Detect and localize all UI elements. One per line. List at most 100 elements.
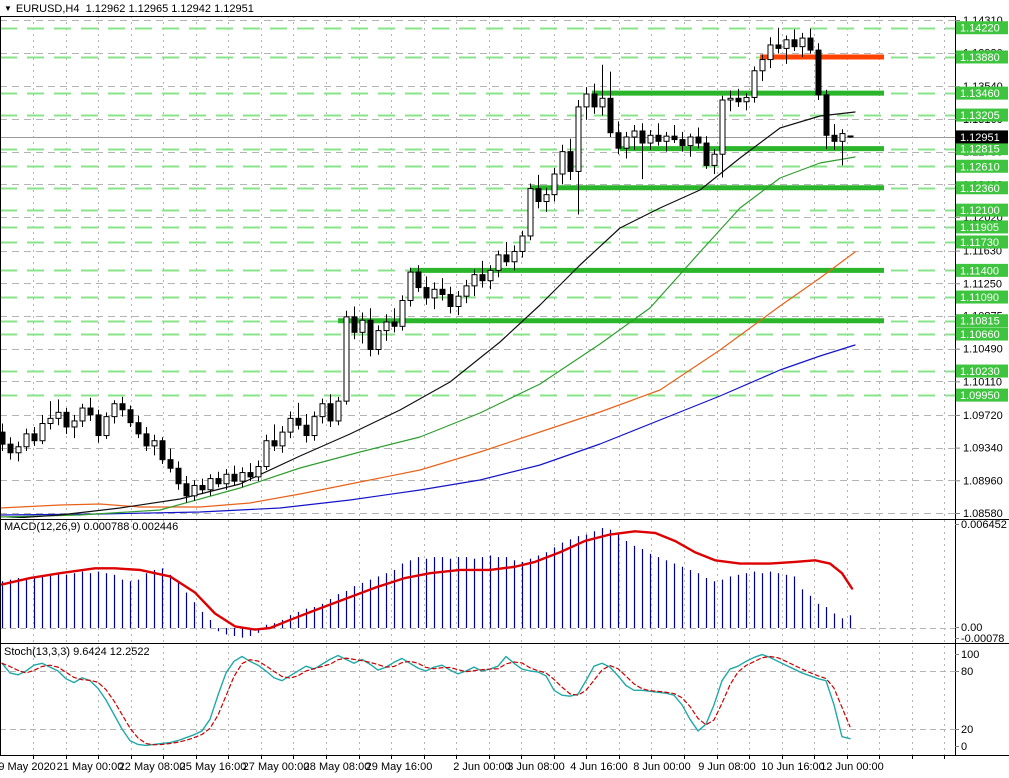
chart-canvas[interactable]: 1.143101.139301.135401.131601.127801.124… bbox=[0, 0, 1009, 778]
candle bbox=[399, 295, 406, 331]
candle bbox=[39, 414, 46, 445]
stoch-signal-line bbox=[1, 655, 851, 746]
candle bbox=[31, 426, 38, 446]
candle bbox=[687, 133, 694, 157]
candle bbox=[255, 460, 262, 482]
time-axis-label: 25 May 16:00 bbox=[180, 761, 247, 773]
macd-scale-label: 0.006452 bbox=[961, 519, 1007, 531]
candle bbox=[271, 424, 278, 452]
candle bbox=[7, 437, 14, 460]
time-axis-label: 2 Jun 00:00 bbox=[453, 761, 511, 773]
candle bbox=[551, 167, 558, 202]
candle bbox=[263, 434, 270, 470]
price-tick-label: 1.10110 bbox=[963, 376, 1002, 388]
current-price-badge: 1.12951 bbox=[956, 130, 1008, 144]
svg-text:1.10815: 1.10815 bbox=[960, 316, 1000, 328]
candle bbox=[591, 83, 598, 114]
candle bbox=[831, 124, 838, 150]
ma-fast-black bbox=[5, 111, 856, 518]
candle bbox=[511, 245, 518, 271]
svg-text:1.09950: 1.09950 bbox=[960, 390, 1000, 402]
candle bbox=[15, 441, 22, 462]
candle bbox=[55, 399, 62, 426]
svg-text:1.14220: 1.14220 bbox=[960, 23, 1000, 35]
candle bbox=[471, 269, 478, 297]
price-tick-label: 1.08960 bbox=[963, 475, 1003, 487]
candle bbox=[583, 87, 590, 120]
candle bbox=[527, 183, 534, 241]
candle bbox=[695, 127, 702, 149]
candle bbox=[535, 174, 542, 209]
svg-text:1.12100: 1.12100 bbox=[960, 205, 1000, 217]
candle bbox=[103, 412, 110, 440]
candle bbox=[159, 437, 166, 464]
candle bbox=[375, 325, 382, 355]
trading-chart-window: 1.143101.139301.135401.131601.127801.124… bbox=[0, 0, 1009, 778]
candle bbox=[743, 93, 750, 111]
svg-text:1.11400: 1.11400 bbox=[960, 265, 999, 277]
candle bbox=[111, 400, 118, 424]
svg-text:1.12951: 1.12951 bbox=[960, 132, 1000, 144]
time-axis-label: 21 May 00:00 bbox=[57, 761, 124, 773]
time-axis-label: 8 Jun 00:00 bbox=[633, 761, 691, 773]
time-axis-label: 19 May 2020 bbox=[0, 761, 56, 773]
macd-scale-label: -0.00078 bbox=[961, 633, 1004, 645]
svg-text:1.13880: 1.13880 bbox=[960, 52, 1000, 64]
time-axis-label: 29 May 16:00 bbox=[366, 761, 433, 773]
candle bbox=[335, 396, 342, 426]
time-axis-label: 12 Jun 00:00 bbox=[820, 761, 884, 773]
svg-text:1.13205: 1.13205 bbox=[960, 110, 1000, 122]
stoch-scale-label: 20 bbox=[961, 724, 973, 736]
ohlc-values: 1.12962 1.12965 1.12942 1.12951 bbox=[85, 3, 254, 15]
price-tick-label: 1.11250 bbox=[963, 278, 1002, 290]
candle bbox=[495, 250, 502, 278]
stoch-scale-label: 0 bbox=[961, 741, 967, 753]
candle bbox=[671, 124, 678, 144]
candle bbox=[599, 64, 606, 116]
candle bbox=[295, 402, 302, 430]
candle bbox=[567, 138, 574, 181]
candle bbox=[119, 396, 126, 417]
candle bbox=[303, 414, 310, 443]
macd-indicator-label: MACD(12,26,9) 0.000788 0.002446 bbox=[4, 521, 179, 533]
candle bbox=[543, 187, 550, 212]
svg-text:1.13460: 1.13460 bbox=[960, 88, 1000, 100]
candle bbox=[791, 29, 798, 51]
candle bbox=[503, 241, 510, 267]
candle bbox=[847, 135, 854, 138]
candle bbox=[167, 448, 174, 473]
stoch-indicator-label: Stoch(13,3,3) 9.6424 12.2522 bbox=[4, 646, 150, 658]
candle bbox=[359, 312, 366, 344]
svg-text:1.12610: 1.12610 bbox=[960, 161, 1000, 173]
time-axis-label: 3 Jun 08:00 bbox=[507, 761, 565, 773]
candle bbox=[63, 408, 70, 434]
candle bbox=[639, 123, 646, 180]
candle bbox=[87, 397, 94, 421]
price-tick-label: 1.09720 bbox=[963, 410, 1003, 422]
candle bbox=[431, 282, 438, 310]
time-axis[interactable]: 19 May 202021 May 00:0022 May 08:0025 Ma… bbox=[0, 755, 945, 773]
symbol-dropdown-icon[interactable]: ▼ bbox=[4, 4, 12, 13]
price-scale[interactable]: 1.143101.139301.135401.131601.127801.124… bbox=[955, 15, 1007, 753]
candle bbox=[127, 405, 134, 427]
ohlc-header: ▼ EURUSD,H4 1.12962 1.12965 1.12942 1.129… bbox=[4, 3, 254, 15]
candle bbox=[519, 230, 526, 258]
candle bbox=[143, 426, 150, 452]
vertical-gridlines bbox=[33, 16, 945, 755]
candle bbox=[79, 403, 86, 427]
macd-histogram bbox=[1, 528, 852, 638]
svg-text:1.12815: 1.12815 bbox=[960, 144, 1000, 156]
candle bbox=[175, 461, 182, 490]
candle bbox=[327, 394, 334, 427]
time-axis-label: 9 Jun 08:00 bbox=[698, 761, 756, 773]
svg-text:1.11730: 1.11730 bbox=[960, 237, 999, 249]
candle bbox=[767, 37, 774, 69]
candle bbox=[231, 465, 238, 486]
candle bbox=[215, 471, 222, 488]
candle bbox=[751, 66, 758, 103]
stoch-scale-label: 80 bbox=[961, 666, 973, 678]
ma-mid-green bbox=[0, 156, 856, 518]
candle bbox=[151, 434, 158, 456]
moving-averages bbox=[0, 111, 856, 518]
candle bbox=[207, 474, 214, 496]
